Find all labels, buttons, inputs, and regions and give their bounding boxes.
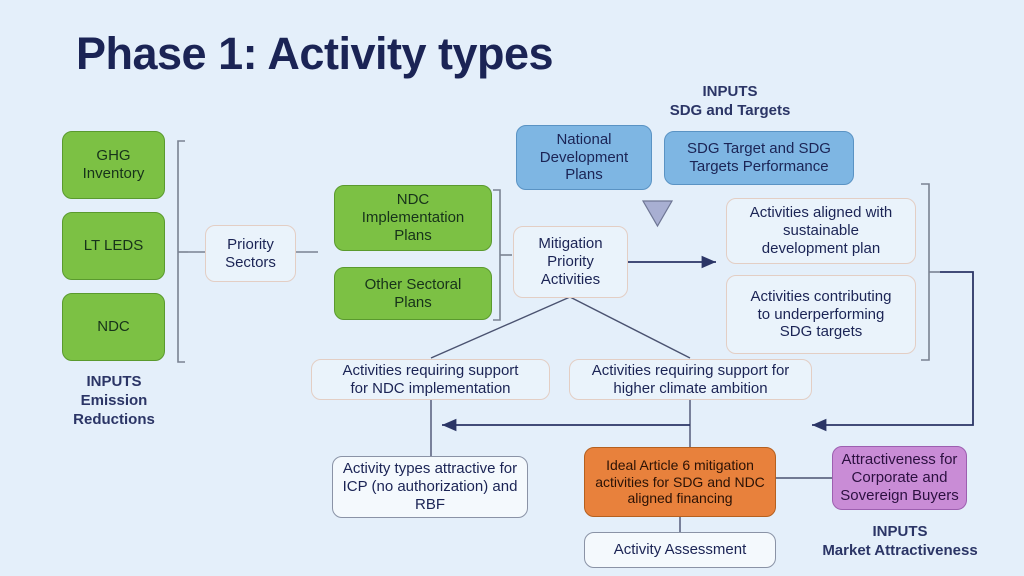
caption-line-1: INPUTS bbox=[702, 83, 758, 100]
box-attractiveness-buyers[interactable]: Attractiveness for Corporate and Sovereign… bbox=[832, 446, 967, 510]
box-mitigation-priority-activities[interactable]: Mitigation Priority Activities bbox=[513, 226, 628, 298]
bracket-emission-inputs bbox=[177, 140, 205, 363]
box-icp-rbf-activity-types[interactable]: Activity types attractive for ICP (no aut… bbox=[332, 456, 528, 518]
page-title: Phase 1: Activity types bbox=[76, 28, 554, 79]
caption-line-2: Market Attractiveness bbox=[822, 541, 978, 559]
bracket-aligned-activities bbox=[921, 183, 940, 361]
box-support-higher-ambition[interactable]: Activities requiring support for higher c… bbox=[569, 359, 812, 400]
box-national-development-plans[interactable]: National Development Plans bbox=[516, 125, 652, 190]
caption-inputs-sdg: INPUTS SDG and Targets bbox=[585, 83, 875, 121]
box-ghg-inventory[interactable]: GHG Inventory bbox=[62, 131, 165, 199]
caption-line-1: INPUTS bbox=[872, 523, 928, 540]
bracket-plans bbox=[493, 189, 512, 321]
box-ndc-implementation-plans[interactable]: NDC Implementation Plans bbox=[334, 185, 492, 251]
box-other-sectoral-plans[interactable]: Other Sectoral Plans bbox=[334, 267, 492, 320]
box-lt-leds[interactable]: LT LEDS bbox=[62, 212, 165, 280]
box-activities-aligned-sdp[interactable]: Activities aligned with sustainable develo… bbox=[726, 198, 916, 264]
box-sdg-target-performance[interactable]: SDG Target and SDG Targets Performance bbox=[664, 131, 854, 185]
caption-line-3: Reductions bbox=[73, 410, 155, 428]
triangle-down-icon bbox=[641, 200, 674, 228]
box-support-ndc-implementation[interactable]: Activities requiring support for NDC impl… bbox=[311, 359, 550, 400]
box-ndc[interactable]: NDC bbox=[62, 293, 165, 361]
slide-canvas: Phase 1: Activity types GHG Inventory LT … bbox=[0, 0, 1024, 576]
caption-line-2: SDG and Targets bbox=[669, 101, 791, 119]
box-ideal-article6-activities[interactable]: Ideal Article 6 mitigation activities for… bbox=[584, 447, 776, 517]
caption-line-2: Emission bbox=[80, 391, 148, 409]
caption-inputs-emission-reductions: INPUTS Emission Reductions bbox=[40, 373, 188, 429]
box-activity-assessment[interactable]: Activity Assessment bbox=[584, 532, 776, 568]
caption-inputs-market-attractiveness: INPUTS Market Attractiveness bbox=[810, 523, 990, 561]
box-activities-underperforming-sdg[interactable]: Activities contributing to underperformin… bbox=[726, 275, 916, 354]
box-priority-sectors[interactable]: Priority Sectors bbox=[205, 225, 296, 282]
caption-line-1: INPUTS bbox=[86, 373, 142, 390]
